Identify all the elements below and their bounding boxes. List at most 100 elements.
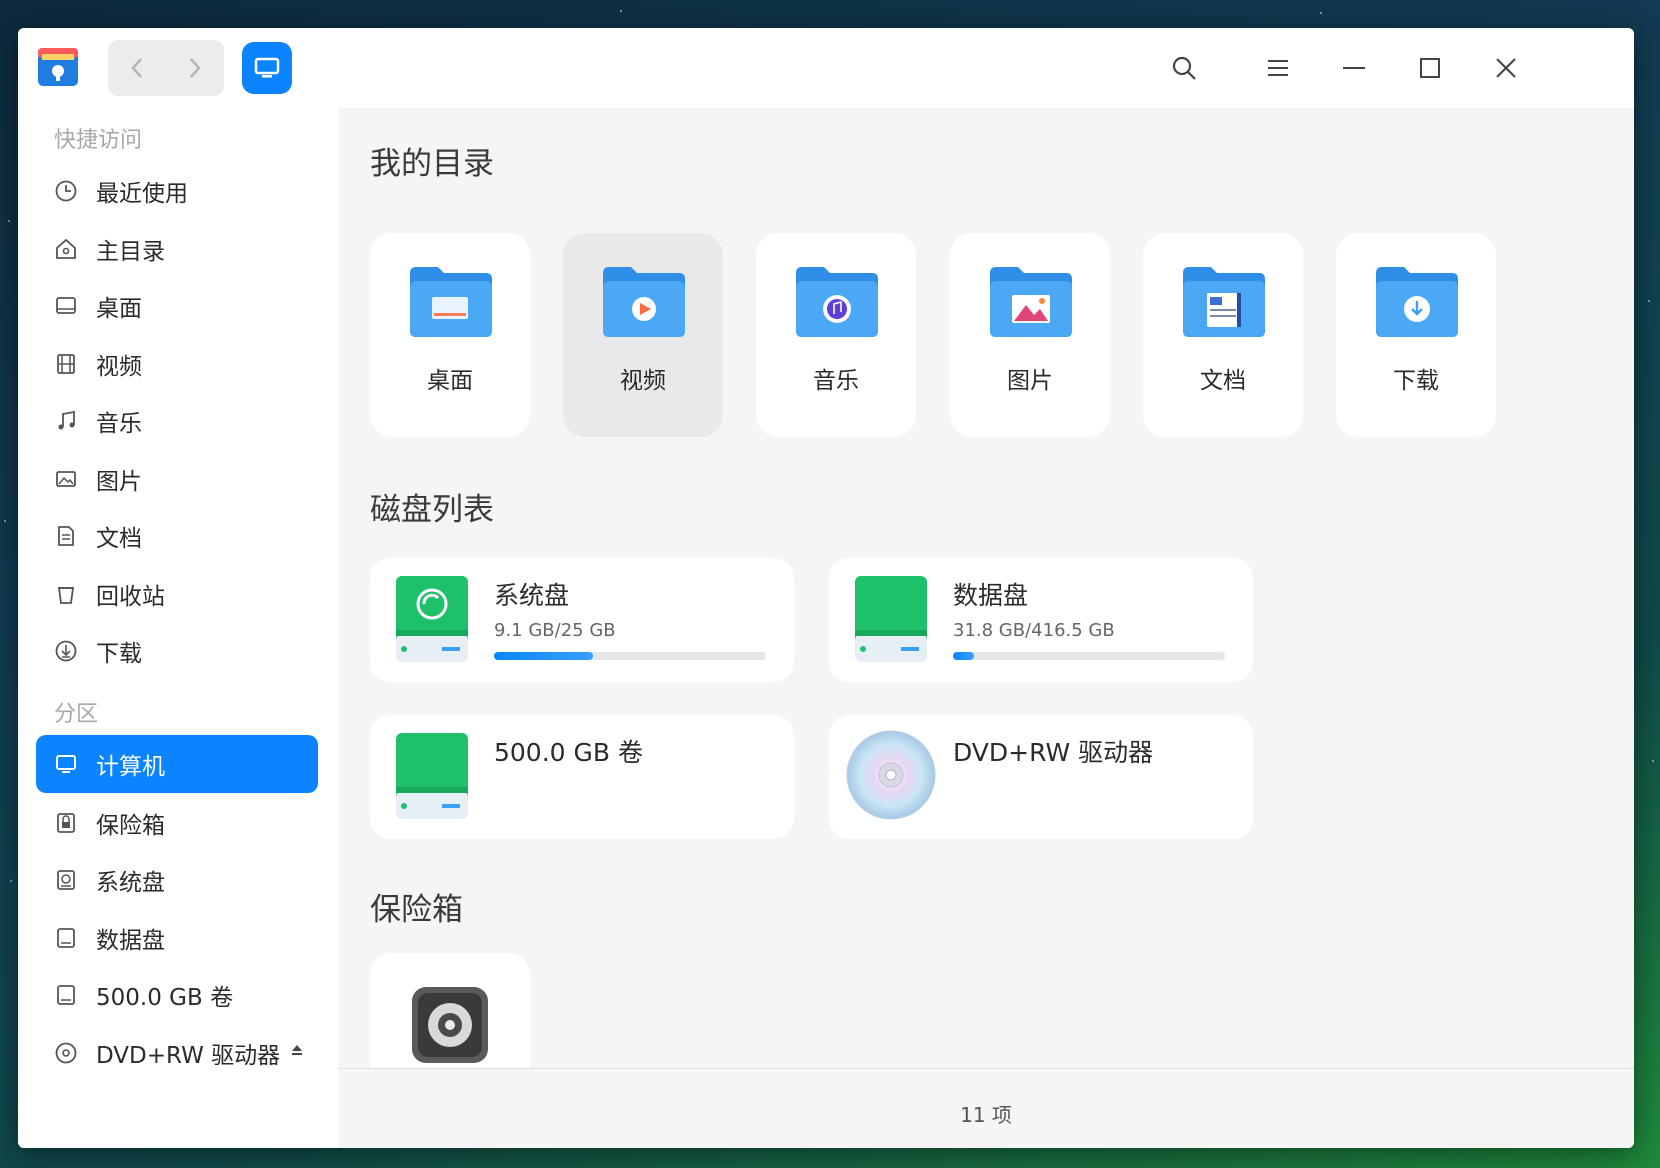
main-menu-button[interactable] [1260, 50, 1296, 86]
sidebar-item-label: 最近使用 [96, 181, 188, 207]
sidebar-item-desktop[interactable]: 桌面 [36, 277, 318, 335]
sidebar-item-label: 桌面 [96, 296, 142, 322]
sidebar-item-data-disk[interactable]: 数据盘 [36, 909, 318, 967]
background-star [1648, 300, 1650, 302]
item-count: 11 项 [960, 1102, 1012, 1127]
home-icon [52, 235, 80, 263]
sidebar-item-trash[interactable]: 回收站 [36, 565, 318, 623]
volume-disk-icon [396, 733, 468, 819]
vault-icon [52, 809, 80, 837]
image-icon [52, 465, 80, 493]
film-icon [52, 350, 80, 378]
menu-icon [1268, 60, 1288, 76]
sidebar-item-vault[interactable]: 保险箱 [36, 794, 318, 852]
folder-downloads[interactable]: 下载 [1336, 233, 1496, 437]
file-manager-window: 快捷访问 最近使用 主目录 桌面 视频 音乐 图片 文档 回收站 下载 分区 计… [18, 28, 1634, 1148]
sidebar-item-home[interactable]: 主目录 [36, 220, 318, 278]
status-bar: 11 项 [338, 1068, 1634, 1148]
background-star [1652, 760, 1654, 762]
background-star [4, 520, 6, 522]
disk-name: 数据盘 [953, 581, 1029, 610]
system-disk-icon [396, 576, 468, 662]
desktop-folder-icon [410, 267, 492, 337]
downloads-folder-icon [1376, 267, 1458, 337]
forward-button[interactable] [166, 40, 224, 96]
folder-label: 文档 [1200, 368, 1246, 394]
folder-label: 图片 [1007, 368, 1053, 394]
sidebar-item-recent[interactable]: 最近使用 [36, 162, 318, 220]
disk-card-500gb-volume[interactable]: 500.0 GB 卷 [370, 715, 794, 839]
disk-list-heading: 磁盘列表 [370, 492, 494, 528]
sidebar-item-label: 回收站 [96, 584, 165, 610]
folder-videos[interactable]: 视频 [563, 233, 723, 437]
back-button[interactable] [108, 40, 166, 96]
disk-name: 500.0 GB 卷 [494, 738, 643, 767]
minimize-icon [1343, 67, 1365, 69]
download-icon [52, 637, 80, 665]
vault-card[interactable] [370, 953, 530, 1083]
sidebar-item-downloads[interactable]: 下载 [36, 622, 318, 680]
background-star [10, 880, 12, 882]
title-bar [18, 28, 1634, 108]
vault-heading: 保险箱 [370, 892, 463, 928]
sidebar-item-documents[interactable]: 文档 [36, 507, 318, 565]
sidebar-item-label: 保险箱 [96, 813, 165, 839]
disk-usage-bar [953, 652, 1225, 660]
disk-name: 系统盘 [494, 581, 570, 610]
sidebar-item-music[interactable]: 音乐 [36, 392, 318, 450]
navigation-buttons [108, 40, 224, 96]
sidebar-item-500gb-volume[interactable]: 500.0 GB 卷 [36, 966, 318, 1024]
background-star [8, 220, 10, 222]
my-directories-heading: 我的目录 [370, 146, 494, 182]
minimize-button[interactable] [1336, 50, 1372, 86]
search-button[interactable] [1166, 50, 1202, 86]
search-icon [1172, 56, 1196, 80]
disk-usage-text: 9.1 GB/25 GB [494, 620, 616, 641]
folder-label: 桌面 [427, 368, 473, 394]
folder-music[interactable]: 音乐 [756, 233, 916, 437]
sidebar-item-videos[interactable]: 视频 [36, 335, 318, 393]
sidebar-item-label: 500.0 GB 卷 [96, 985, 234, 1011]
system-disk-icon [52, 866, 80, 894]
sidebar-item-pictures[interactable]: 图片 [36, 450, 318, 508]
eject-icon[interactable] [290, 1042, 304, 1061]
disk-card-dvd-drive[interactable]: DVD+RW 驱动器 [829, 715, 1253, 839]
file-manager-icon[interactable] [36, 44, 80, 88]
disk-name: DVD+RW 驱动器 [953, 738, 1154, 767]
video-folder-icon [603, 267, 685, 337]
optical-disc-icon [846, 730, 936, 820]
close-button[interactable] [1488, 50, 1524, 86]
optical-disc-icon [52, 1039, 80, 1067]
close-icon [1496, 58, 1516, 78]
folder-pictures[interactable]: 图片 [950, 233, 1110, 437]
sidebar-item-label: 系统盘 [96, 870, 165, 896]
computer-view-button[interactable] [242, 42, 292, 94]
music-folder-icon [796, 267, 878, 337]
disk-usage-fill [494, 652, 593, 660]
sidebar-item-system-disk[interactable]: 系统盘 [36, 851, 318, 909]
documents-folder-icon [1183, 267, 1265, 337]
desktop-icon [52, 292, 80, 320]
background-star [1320, 12, 1322, 14]
computer-icon [254, 57, 280, 78]
pictures-folder-icon [990, 267, 1072, 337]
sidebar-item-dvd-drive[interactable]: DVD+RW 驱动器 [36, 1024, 318, 1082]
disk-card-data[interactable]: 数据盘 31.8 GB/416.5 GB [829, 558, 1253, 682]
sidebar-item-label: 图片 [96, 469, 142, 495]
folder-label: 下载 [1393, 368, 1439, 394]
folder-label: 视频 [620, 368, 666, 394]
disk-usage-text: 31.8 GB/416.5 GB [953, 620, 1115, 641]
sidebar-item-label: DVD+RW 驱动器 [96, 1043, 281, 1069]
disk-usage-bar [494, 652, 766, 660]
sidebar-item-label: 下载 [96, 641, 142, 667]
sidebar-item-computer[interactable]: 计算机 [36, 735, 318, 793]
trash-icon [52, 580, 80, 608]
folder-desktop[interactable]: 桌面 [370, 233, 530, 437]
sidebar: 快捷访问 最近使用 主目录 桌面 视频 音乐 图片 文档 回收站 下载 分区 计… [18, 108, 338, 1148]
sidebar-item-label: 音乐 [96, 411, 142, 437]
partition-heading: 分区 [54, 702, 99, 727]
folder-documents[interactable]: 文档 [1143, 233, 1303, 437]
disk-card-system[interactable]: 系统盘 9.1 GB/25 GB [370, 558, 794, 682]
maximize-button[interactable] [1412, 50, 1448, 86]
chevron-left-icon [131, 58, 142, 78]
